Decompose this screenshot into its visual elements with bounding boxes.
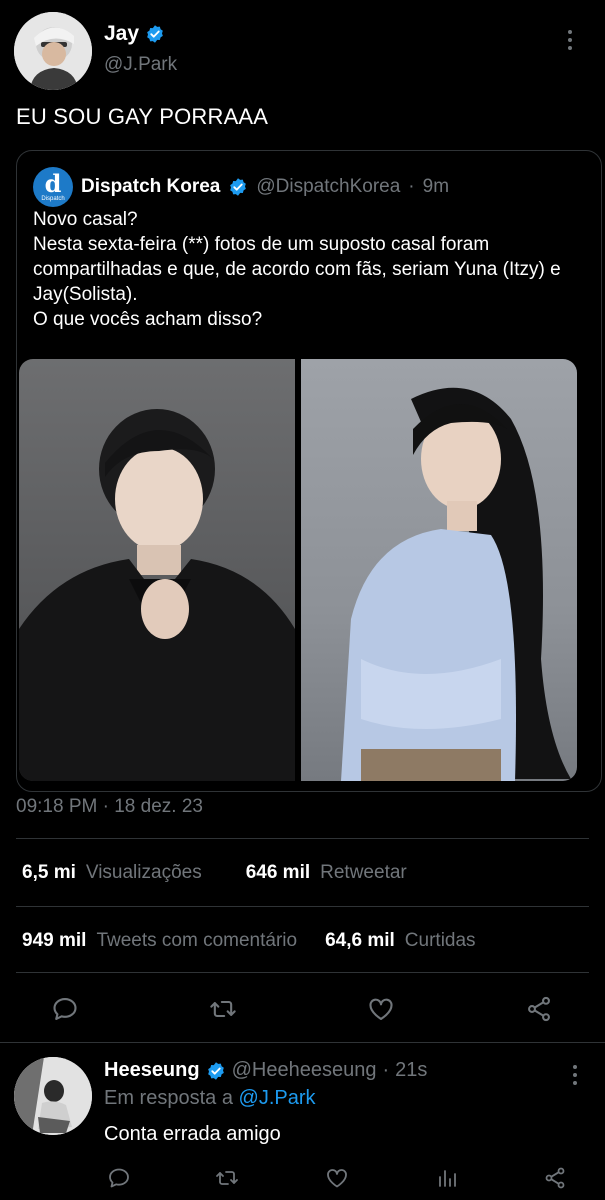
tweet-text: EU SOU GAY PORRAAA [16, 104, 269, 129]
divider [16, 838, 589, 839]
quote-author-handle: @DispatchKorea [256, 176, 401, 197]
reply-prefix: Em resposta a [104, 1087, 233, 1109]
retweet-icon[interactable] [212, 1163, 242, 1193]
quote-text: Novo casal? Nesta sexta-feira (**) fotos… [33, 209, 561, 330]
share-icon[interactable] [524, 994, 554, 1024]
retweet-icon[interactable] [208, 994, 238, 1024]
views-label[interactable]: Visualizações [86, 862, 202, 884]
verified-badge-icon [206, 1061, 226, 1081]
reply-tweet[interactable]: Heeseung @Heeheeseung · 21s Em resposta … [0, 1042, 605, 1200]
quote-time: 9m [422, 176, 450, 197]
tweet-header: Jay @J.Park [14, 12, 594, 92]
stats-row-2: 949 mil Tweets com comentário 64,6 mil C… [22, 930, 476, 952]
author-name[interactable]: Jay [104, 22, 139, 46]
verified-badge-icon [145, 24, 165, 44]
author-block: Jay @J.Park [104, 22, 177, 76]
tweet-timestamp[interactable]: 09:18 PM · 18 dez. 23 [16, 796, 203, 818]
views-count: 6,5 mi [22, 862, 76, 883]
reply-separator: · [382, 1059, 390, 1081]
reply-mention-link[interactable]: @J.Park [239, 1087, 316, 1109]
reply-author-avatar[interactable] [14, 1057, 92, 1135]
divider [16, 972, 589, 973]
more-vertical-icon[interactable] [560, 26, 580, 54]
analytics-icon[interactable] [432, 1163, 462, 1193]
stats-row-1: 6,5 mi Visualizações 646 mil Retweetar [22, 862, 407, 884]
retweets-label[interactable]: Retweetar [320, 862, 407, 884]
quotes-count: 949 mil [22, 930, 87, 951]
divider [16, 906, 589, 907]
reply-icon[interactable] [104, 1163, 134, 1193]
reply-author-name[interactable]: Heeseung [104, 1059, 200, 1082]
quote-author-name: Dispatch Korea [81, 176, 221, 197]
heart-icon[interactable] [366, 994, 396, 1024]
verified-badge-icon [228, 177, 248, 197]
likes-count: 64,6 mil [325, 930, 395, 951]
quote-avatar-caption: Dispatch [41, 196, 65, 202]
quote-media-grid [19, 359, 577, 781]
author-handle[interactable]: @J.Park [104, 54, 177, 76]
quote-tweet-card[interactable]: d Dispatch Dispatch Korea @DispatchKorea… [16, 150, 602, 792]
tweet-action-bar [0, 990, 605, 1030]
reply-header: Heeseung @Heeheeseung · 21s [104, 1059, 427, 1082]
media-photo-left[interactable] [19, 359, 295, 781]
quote-header: d Dispatch Dispatch Korea @DispatchKorea… [33, 167, 449, 207]
reply-context: Em resposta a @J.Park [104, 1087, 316, 1110]
likes-label[interactable]: Curtidas [405, 930, 476, 952]
heart-icon[interactable] [322, 1163, 352, 1193]
quote-avatar-letter: d [44, 168, 62, 198]
quote-author-avatar[interactable]: d Dispatch [33, 167, 73, 207]
retweets-count: 646 mil [245, 862, 311, 883]
more-vertical-icon[interactable] [565, 1063, 585, 1087]
share-icon[interactable] [540, 1163, 570, 1193]
quote-separator: · [408, 176, 415, 197]
author-avatar[interactable] [14, 12, 92, 90]
reply-time: 21s [395, 1059, 428, 1081]
reply-icon[interactable] [50, 994, 80, 1024]
reply-author-handle[interactable]: @Heeheeseung [232, 1059, 377, 1082]
media-photo-right[interactable] [301, 359, 577, 781]
quotes-label[interactable]: Tweets com comentário [96, 930, 297, 952]
reply-text: Conta errada amigo [104, 1123, 281, 1145]
reply-action-bar [0, 1161, 605, 1195]
